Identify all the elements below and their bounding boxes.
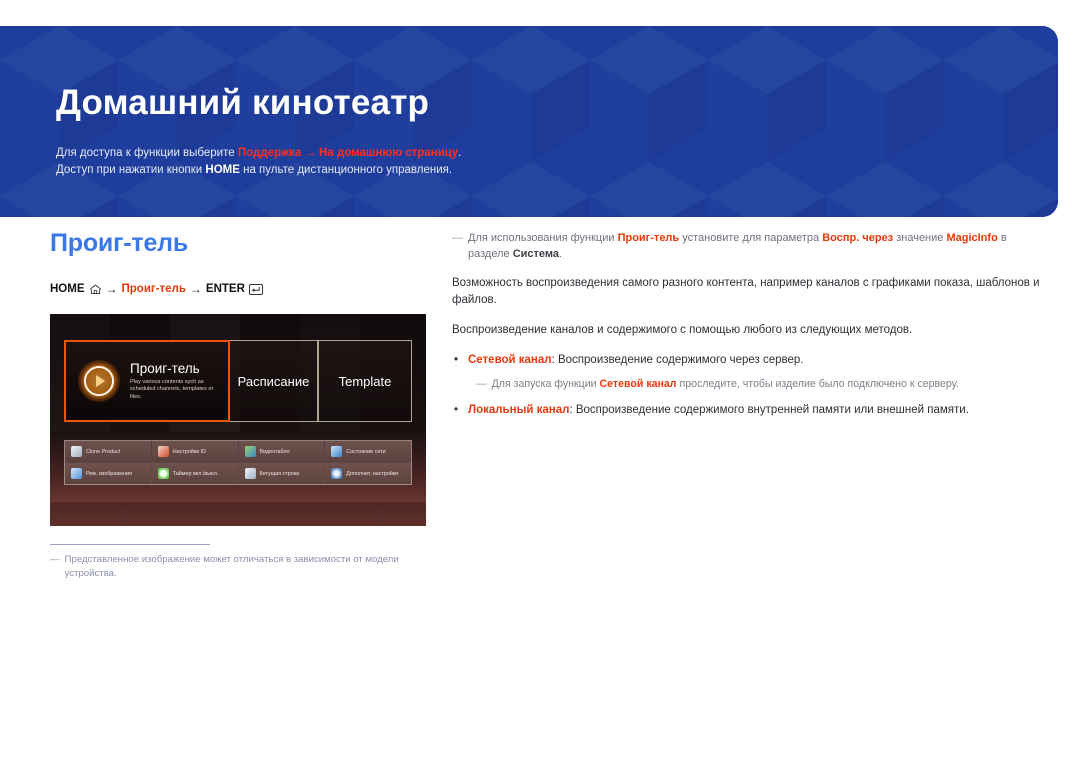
note-magicinfo-text: Для использования функции Проиг-тель уст… xyxy=(468,230,1042,262)
network-status-icon xyxy=(331,446,343,457)
play-circle-icon xyxy=(78,360,120,402)
bullet-network-text: Сетевой канал: Воспроизведение содержимо… xyxy=(468,352,804,369)
enter-key-icon xyxy=(248,283,263,295)
bullet-network-label: Сетевой канал xyxy=(468,354,552,366)
tv-grid-cell-label: Видеотабло xyxy=(259,448,290,455)
subtitle-1-accent-homepage: На домашнюю страницу xyxy=(319,146,459,159)
left-column: Проиг-тель HOME → Проиг-тель → ENTER Про… xyxy=(50,217,440,581)
tv-ui-screenshot: Проиг-тель Play various contents sych as… xyxy=(50,314,426,526)
subnote-network-text: Для запуска функции Сетевой канал просле… xyxy=(492,376,959,392)
advanced-settings-gear-icon xyxy=(331,468,343,479)
footnote-divider xyxy=(50,544,210,545)
tv-grid-cell[interactable]: Настройки ID xyxy=(151,441,238,462)
subnote-dash: ― xyxy=(476,378,487,390)
image-footnote: ― Представленное изображение может отлич… xyxy=(50,553,430,581)
bullet-dot: • xyxy=(453,404,459,416)
tv-grid-cell-label: Состояние сети xyxy=(346,448,386,455)
note-magicinfo: ― Для использования функции Проиг-тель у… xyxy=(452,230,1042,262)
bullet-dot: • xyxy=(453,354,459,366)
note-b1-player: Проиг-тель xyxy=(617,232,680,244)
tv-tile-player[interactable]: Проиг-тель Play various contents sych as… xyxy=(64,340,230,422)
path-arrow-2: → xyxy=(189,282,202,296)
tv-grid-cell-label: Таймер вкл./выкл. xyxy=(172,470,219,477)
tv-grid-cell-label: Реж. изображения xyxy=(86,470,132,477)
menu-path-breadcrumb: HOME → Проиг-тель → ENTER xyxy=(50,282,440,296)
tv-grid-cell-label: Настройки ID xyxy=(172,448,207,455)
tv-tile-player-title: Проиг-тель xyxy=(130,360,200,376)
paragraph-capabilities: Возможность воспроизведения самого разно… xyxy=(452,277,1040,306)
tv-grid-cell-label: Дополнит. настройки xyxy=(346,470,399,477)
play-icon-ring xyxy=(84,366,114,396)
path-enter-label: ENTER xyxy=(205,283,245,295)
subtitle-2-home-key: HOME xyxy=(205,163,240,176)
on-off-timer-icon xyxy=(157,468,169,479)
tv-grid-cell-label: Бегущая строка xyxy=(259,470,300,477)
page-root: Домашний кинотеатр Для доступа к функции… xyxy=(0,0,1080,763)
note-b3-magicinfo: MagicInfo xyxy=(946,232,998,244)
tv-tile-player-text: Проиг-тель Play various contents sych as… xyxy=(130,361,226,401)
subtitle-1-accent-support: Поддержка xyxy=(237,146,302,159)
section-title: Проиг-тель xyxy=(50,229,189,257)
tv-grid-cell[interactable]: Видеотабло xyxy=(238,441,325,462)
picture-mode-icon xyxy=(71,468,82,479)
right-column: ― Для использования функции Проиг-тель у… xyxy=(452,230,1042,426)
tv-main-tiles: Проиг-тель Play various contents sych as… xyxy=(64,340,412,422)
subtitle-2-pre: Доступ при нажатии кнопки xyxy=(56,163,206,176)
bullet-local-desc: : Воспроизведение содержимого внутренней… xyxy=(569,404,969,416)
footnote-dash: ― xyxy=(50,554,60,565)
tv-grid-cell[interactable]: Состояние сети xyxy=(325,441,411,462)
note-p2: установите для параметра xyxy=(679,232,823,244)
path-target-label: Проиг-тель xyxy=(121,283,186,295)
subnote-network-channel: ― Для запуска функции Сетевой канал прос… xyxy=(476,376,1042,392)
tv-grid-cell[interactable]: Таймер вкл./выкл. xyxy=(151,463,238,484)
tv-grid-cell[interactable]: Clone Product xyxy=(65,441,151,462)
note-dash: ― xyxy=(452,232,463,244)
clone-icon xyxy=(71,446,82,457)
tv-grid-cell-label: Clone Product xyxy=(86,448,121,455)
path-arrow-1: → xyxy=(105,282,118,296)
note-p5: . xyxy=(558,248,563,260)
tv-grid-cell[interactable]: Бегущая строка xyxy=(238,463,325,484)
page-header-banner: Домашний кинотеатр Для доступа к функции… xyxy=(0,26,1058,217)
footnote-text: Представленное изображение может отличат… xyxy=(64,554,399,579)
bullet-local-label: Локальный канал xyxy=(468,404,570,416)
note-b4-system: Система xyxy=(512,248,559,260)
ticker-icon xyxy=(244,468,256,479)
subnote-p2: проследите, чтобы изделие было подключен… xyxy=(676,378,959,390)
tv-tile-schedule[interactable]: Расписание xyxy=(230,340,318,422)
home-icon xyxy=(89,284,101,294)
path-home-label: HOME xyxy=(50,283,85,295)
play-icon-triangle xyxy=(96,375,105,387)
subtitle-2-post: на пульте дистанционного управления. xyxy=(239,163,453,176)
banner-subtitle-line-1: Для доступа к функции выберите Поддержка… xyxy=(56,145,1058,162)
subnote-p1: Для запуска функции xyxy=(491,378,600,390)
note-b2-playvia: Воспр. через xyxy=(822,232,894,244)
subtitle-1-arrow: → xyxy=(301,146,320,159)
paragraph-methods: Воспроизведение каналов и содержимого с … xyxy=(452,324,913,336)
tv-grid-cell[interactable]: Реж. изображения xyxy=(65,463,151,484)
bullet-network-channel: • Сетевой канал: Воспроизведение содержи… xyxy=(452,352,1042,369)
tv-tile-template[interactable]: Template xyxy=(318,340,412,422)
tv-tile-schedule-label: Расписание xyxy=(237,373,310,389)
bullet-local-channel: • Локальный канал: Воспроизведение содер… xyxy=(452,402,1042,419)
subnote-b1-network: Сетевой канал xyxy=(599,378,677,390)
bullet-local-text: Локальный канал: Воспроизведение содержи… xyxy=(468,402,969,419)
subtitle-1-post: . xyxy=(458,146,462,159)
note-p3: значение xyxy=(893,232,947,244)
page-content: Проиг-тель HOME → Проиг-тель → ENTER Про… xyxy=(0,217,1080,763)
banner-subtitle-line-2: Доступ при нажатии кнопки HOME на пульте… xyxy=(56,162,1058,179)
video-wall-icon xyxy=(244,446,256,457)
bullet-network-desc: : Воспроизведение содержимого через серв… xyxy=(551,354,804,366)
tv-tile-player-desc: Play various contents sych as scheduled … xyxy=(130,378,214,400)
page-title: Домашний кинотеатр xyxy=(56,83,430,122)
banner-subtitle-lines: Для доступа к функции выберите Поддержка… xyxy=(56,145,1058,179)
id-settings-icon xyxy=(157,446,169,457)
banner-content: Домашний кинотеатр Для доступа к функции… xyxy=(0,26,1058,217)
subtitle-1-pre: Для доступа к функции выберите xyxy=(56,146,238,159)
tv-grid-cell[interactable]: Дополнит. настройки xyxy=(325,463,411,484)
tv-shortcut-grid: Clone Product Настройки ID Видеотабло Со… xyxy=(64,440,412,485)
tv-tile-template-label: Template xyxy=(338,373,392,389)
note-p1: Для использования функции xyxy=(468,232,618,244)
